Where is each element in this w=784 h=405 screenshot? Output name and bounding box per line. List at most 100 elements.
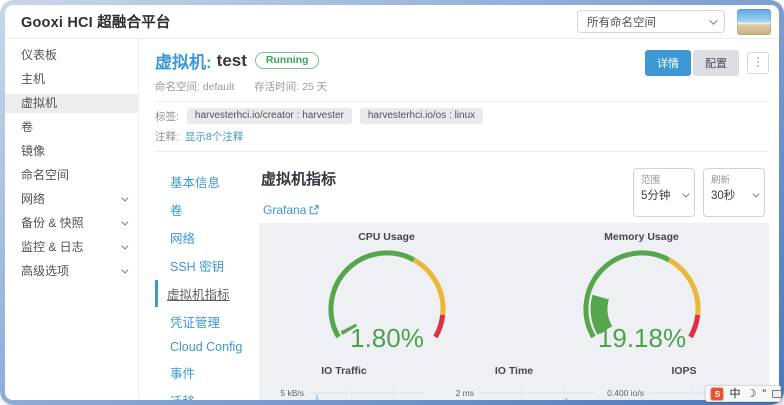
sidebar-item-dashboard[interactable]: 仪表板: [5, 46, 138, 65]
tab-vm-metrics[interactable]: 虚拟机指标: [155, 280, 259, 307]
sidebar-item-label: 网络: [21, 193, 45, 206]
svg-text:5 kB/s: 5 kB/s: [280, 388, 304, 398]
chevron-down-icon: [682, 190, 689, 197]
chart-title: IO Time: [495, 365, 533, 377]
tab-cloud-config[interactable]: Cloud Config: [155, 336, 259, 358]
chevron-down-icon: [752, 190, 759, 197]
app-window: Gooxi HCI 超融合平台 所有命名空间 仪表板 主机 虚拟机 卷 镜像 命…: [5, 5, 779, 400]
area-chart: 2 ms1.50 ms1 ms: [433, 380, 595, 400]
age-label: 存活时间:: [254, 81, 299, 93]
namespace-select-value: 所有命名空间: [587, 14, 656, 30]
sidebar-item-label: 仪表板: [21, 49, 57, 62]
cpu-usage-gauge: CPU Usage 1.80%: [259, 231, 514, 359]
tab-credentials[interactable]: 凭证管理: [155, 308, 259, 335]
memory-usage-gauge: Memory Usage 19.18%: [514, 231, 769, 359]
labels-row: 标签: harvesterhci.io/creator : harvester …: [155, 108, 769, 124]
status-badge: Running: [255, 52, 320, 69]
chart-title: IOPS: [671, 365, 696, 377]
tab-volumes[interactable]: 卷: [155, 196, 259, 223]
user-avatar[interactable]: [737, 9, 771, 35]
sidebar-item-label: 卷: [21, 121, 33, 134]
tab-basic-info[interactable]: 基本信息: [155, 168, 259, 195]
grafana-link-label: Grafana: [263, 203, 306, 217]
tab-label: SSH 密钥: [170, 260, 224, 274]
chevron-down-icon: [121, 267, 128, 274]
tab-ssh-keys[interactable]: SSH 密钥: [155, 252, 259, 279]
config-button[interactable]: 配置: [693, 50, 739, 76]
ime-toolbar: S 中 ☽ ”: [705, 385, 781, 402]
range-select[interactable]: 范围 5分钟: [633, 168, 695, 217]
sidebar-item-volumes[interactable]: 卷: [5, 118, 138, 137]
tab-label: 虚拟机指标: [167, 288, 230, 302]
app-title: Gooxi HCI 超融合平台: [21, 11, 171, 32]
label-chip: harvesterhci.io/os : linux: [360, 108, 483, 124]
ime-punctuation-icon[interactable]: ”: [762, 388, 766, 400]
age-value: 25 天: [302, 81, 327, 93]
vm-type-link[interactable]: 虚拟机:: [155, 48, 212, 73]
tab-networks[interactable]: 网络: [155, 224, 259, 251]
tab-label: Cloud Config: [170, 340, 242, 354]
annotations-label: 注释:: [155, 129, 179, 144]
chevron-down-icon: [121, 219, 128, 226]
sidebar-item-hosts[interactable]: 主机: [5, 70, 138, 89]
refresh-select[interactable]: 刷新 30秒: [703, 168, 765, 217]
tab-label: 事件: [170, 367, 195, 381]
namespace-value: default: [203, 81, 235, 93]
gauge-title: Memory Usage: [604, 231, 679, 243]
ime-keyboard-icon[interactable]: [772, 390, 782, 398]
sidebar-item-label: 命名空间: [21, 169, 69, 182]
label-chip: harvesterhci.io/creator : harvester: [187, 108, 352, 124]
tab-label: 网络: [170, 232, 195, 246]
sidebar-item-label: 高级选项: [21, 265, 69, 278]
ime-logo-icon[interactable]: S: [711, 388, 723, 400]
svg-text:0.400 io/s: 0.400 io/s: [607, 388, 644, 398]
external-link-icon: [309, 205, 319, 215]
sidebar: 仪表板 主机 虚拟机 卷 镜像 命名空间 网络 备份 & 快照 监控 & 日志 …: [5, 39, 139, 400]
chevron-down-icon: [709, 16, 717, 24]
sidebar-item-label: 主机: [21, 73, 45, 86]
sidebar-item-images[interactable]: 镜像: [5, 142, 138, 161]
detail-tabs: 基本信息 卷 网络 SSH 密钥 虚拟机指标 凭证管理 Cloud Config…: [155, 162, 259, 400]
tab-events[interactable]: 事件: [155, 359, 259, 386]
tab-label: 卷: [170, 204, 183, 218]
namespace-select[interactable]: 所有命名空间: [577, 10, 725, 33]
annotations-row: 注释: 显示8个注释: [155, 129, 769, 144]
tab-label: 凭证管理: [170, 316, 220, 330]
divider: [155, 151, 769, 152]
io-time-chart: IO Time 2 ms1.50 ms1 ms: [429, 365, 599, 400]
sidebar-item-namespaces[interactable]: 命名空间: [5, 166, 138, 185]
page-title: 虚拟机: test Running: [155, 48, 319, 73]
range-value: 5分钟: [641, 187, 670, 203]
tab-migration[interactable]: 迁移: [155, 387, 259, 400]
show-annotations-link[interactable]: 显示8个注释: [185, 129, 243, 144]
more-actions-button[interactable]: ⋮: [747, 52, 769, 74]
tab-label: 迁移: [170, 395, 195, 400]
vm-meta: 命名空间: default 存活时间: 25 天: [155, 79, 769, 94]
svg-text:1.80%: 1.80%: [350, 323, 424, 353]
main-content: 虚拟机: test Running 详情 配置 ⋮ 命名空间: default …: [139, 39, 779, 400]
sidebar-item-label: 虚拟机: [21, 97, 57, 110]
svg-text:2 ms: 2 ms: [456, 388, 474, 398]
grafana-link[interactable]: Grafana: [263, 203, 336, 217]
svg-text:19.18%: 19.18%: [597, 323, 685, 353]
sidebar-item-label: 镜像: [21, 145, 45, 158]
sidebar-item-label: 备份 & 快照: [21, 217, 84, 230]
ime-language-mode-icon[interactable]: 中: [729, 388, 740, 400]
io-traffic-chart: IO Traffic 5 kB/s4 kB/s3 kB/s: [259, 365, 429, 400]
labels-label: 标签:: [155, 109, 179, 124]
gauge-chart: 19.18%: [547, 245, 737, 359]
sidebar-item-backup-snapshot[interactable]: 备份 & 快照: [5, 214, 138, 233]
header-actions: 详情 配置 ⋮: [645, 50, 769, 76]
chevron-down-icon: [121, 195, 128, 202]
sidebar-item-advanced[interactable]: 高级选项: [5, 262, 138, 281]
divider: [155, 101, 769, 102]
metrics-panel: CPU Usage 1.80% Memory Usage 19.18%: [259, 223, 769, 400]
namespace-label: 命名空间:: [155, 81, 200, 93]
sidebar-item-virtual-machines[interactable]: 虚拟机: [5, 94, 138, 113]
sidebar-item-networks[interactable]: 网络: [5, 190, 138, 209]
range-label: 范围: [641, 172, 687, 186]
vm-name: test: [217, 51, 247, 71]
ime-fullwidth-moon-icon[interactable]: ☽: [746, 388, 756, 400]
detail-button[interactable]: 详情: [645, 50, 691, 76]
sidebar-item-monitoring-logs[interactable]: 监控 & 日志: [5, 238, 138, 257]
